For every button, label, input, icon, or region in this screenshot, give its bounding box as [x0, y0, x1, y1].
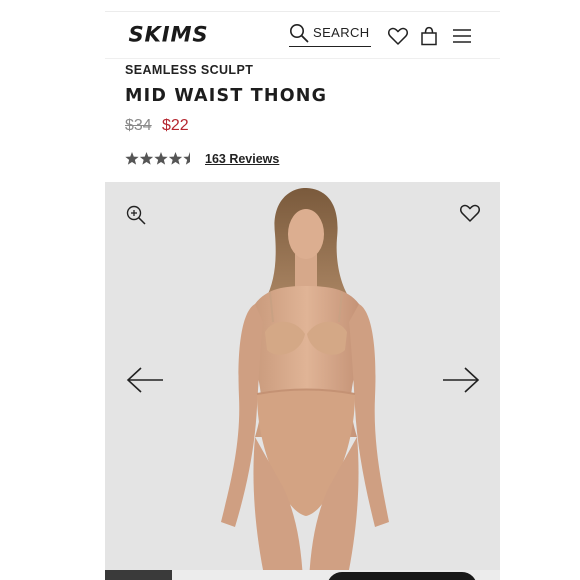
product-title: MID WAIST THONG — [125, 86, 328, 106]
cart-button[interactable] — [418, 25, 440, 47]
star-icon — [139, 152, 154, 165]
heart-icon[interactable] — [459, 202, 481, 224]
reviews-link[interactable]: 163 Reviews — [205, 152, 279, 166]
wishlist-button[interactable] — [387, 25, 409, 47]
arrow-left-icon[interactable] — [125, 365, 165, 395]
star-icon — [154, 152, 168, 165]
search-icon — [290, 24, 309, 43]
menu-button[interactable] — [451, 25, 473, 47]
star-icon — [168, 152, 183, 165]
rating-stars[interactable] — [125, 151, 197, 167]
gallery-progress-fill — [105, 570, 173, 580]
original-price: $34 — [125, 117, 152, 134]
zoom-in-icon[interactable] — [125, 204, 147, 226]
arrow-right-icon[interactable] — [441, 365, 481, 395]
page-frame: SKIMS SEARCH SEAMLESS SCULPT MID WAIST T… — [105, 0, 500, 580]
skims-logo[interactable]: SKIMS — [120, 23, 230, 45]
site-header: SKIMS SEARCH — [105, 12, 500, 59]
chat-button[interactable] — [327, 572, 477, 580]
product-collection: SEAMLESS SCULPT — [125, 63, 254, 77]
star-icon — [125, 152, 139, 165]
heart-icon — [388, 27, 408, 45]
product-image-gallery[interactable] — [105, 182, 500, 580]
search-label: SEARCH — [313, 25, 370, 40]
svg-text:SKIMS: SKIMS — [128, 23, 208, 45]
search-box[interactable]: SEARCH — [289, 22, 371, 47]
menu-icon — [453, 29, 471, 43]
bag-icon — [421, 26, 437, 46]
sale-price: $22 — [162, 117, 189, 134]
